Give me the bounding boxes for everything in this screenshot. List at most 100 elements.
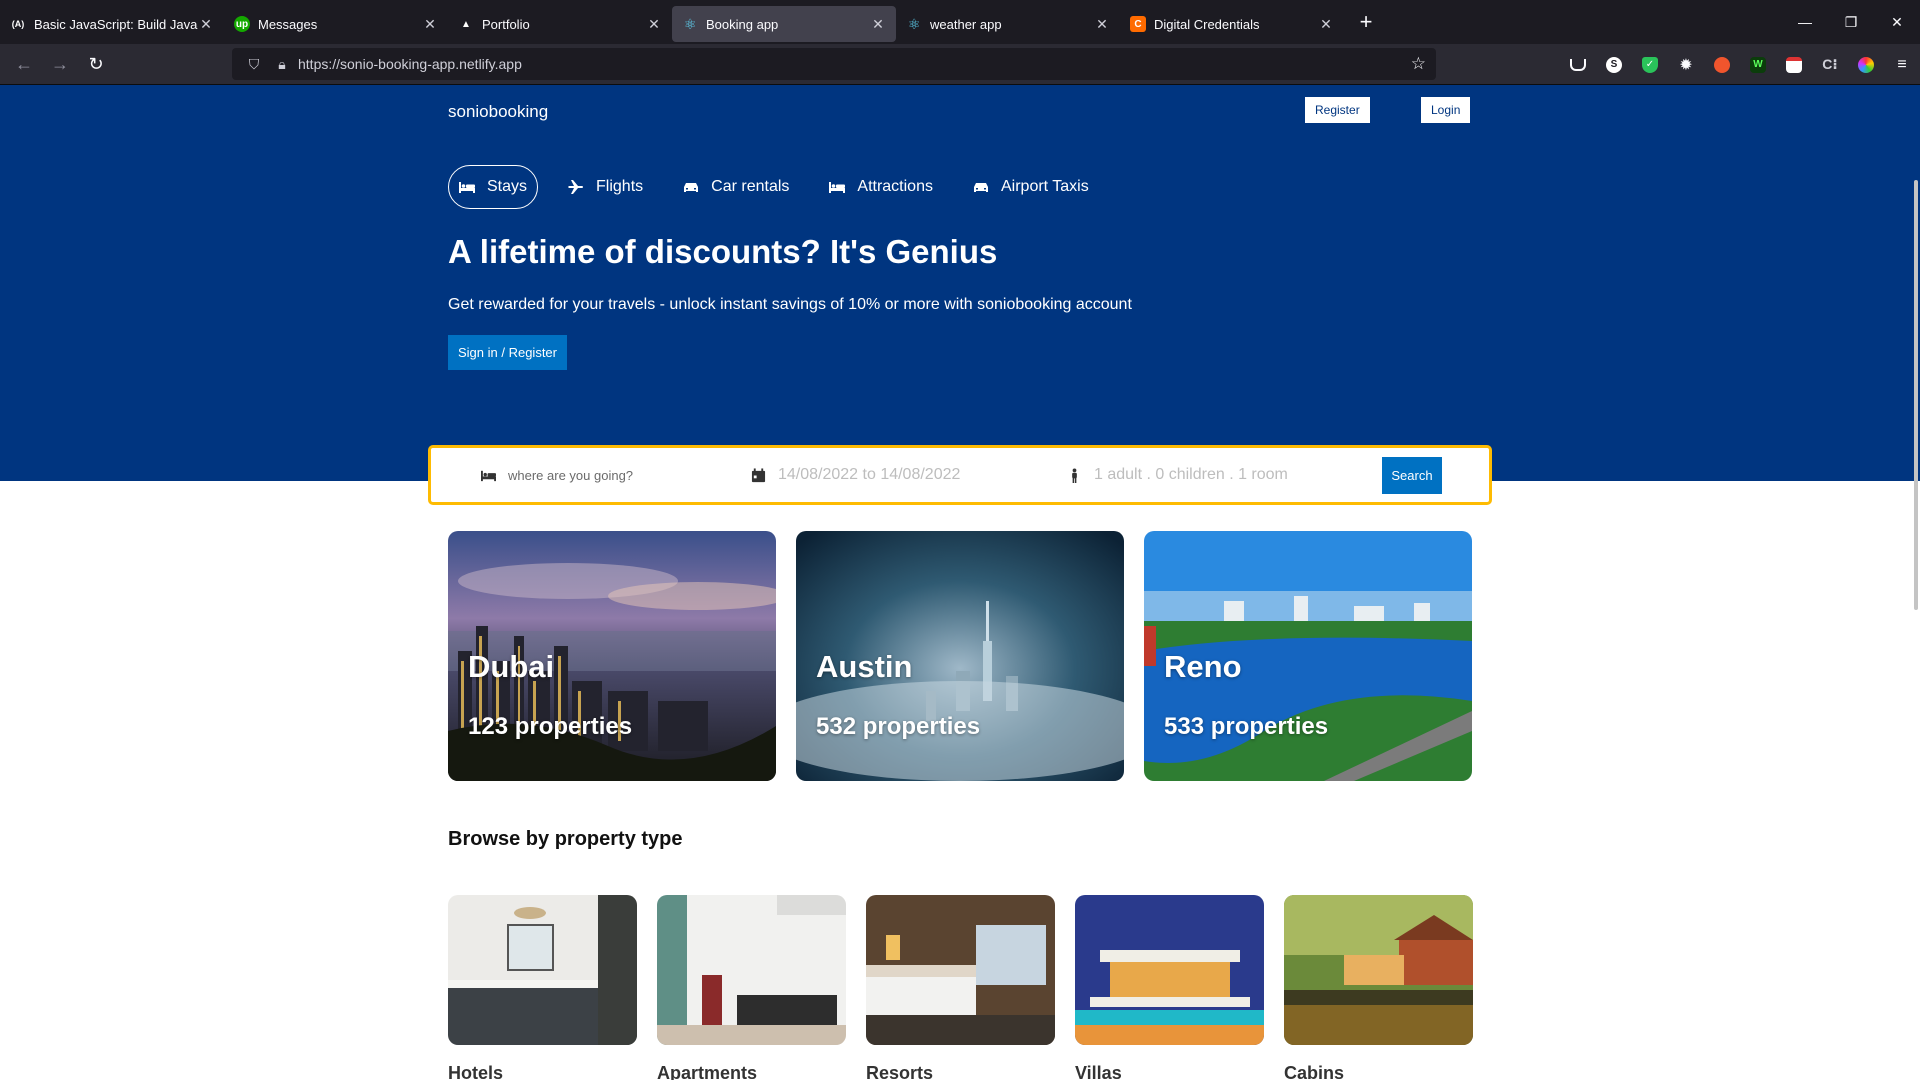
address-bar[interactable]: ⛉ 🔒︎ https://sonio-booking-app.netlify.a…	[232, 48, 1436, 80]
featured-properties: 123 properties	[468, 713, 633, 740]
react-icon: ⚛	[683, 15, 697, 32]
lock-icon[interactable]: 🔒︎	[270, 56, 294, 73]
nav-item-airport-taxis[interactable]: Airport Taxis	[963, 165, 1099, 209]
forward-icon[interactable]: →	[42, 48, 78, 80]
destination-field[interactable]: where are you going?	[481, 448, 633, 502]
nav-item-stays[interactable]: Stays	[448, 165, 539, 209]
featured-properties: 532 properties	[816, 713, 981, 740]
property-type-label: Hotels	[448, 1063, 504, 1080]
browser-tab[interactable]: C Digital Credentials ✕	[1120, 6, 1344, 42]
pocket-icon[interactable]	[1560, 44, 1596, 85]
fox-extension-icon[interactable]	[1704, 44, 1740, 85]
back-icon[interactable]: ←	[6, 48, 42, 80]
browser-tab-bar: (A) Basic JavaScript: Build JavaScrip ✕ …	[0, 0, 1920, 44]
extension-c-icon[interactable]: C⁝	[1812, 44, 1848, 85]
guests-text[interactable]: 1 adult . 0 children . 1 room	[1094, 466, 1288, 484]
tab-title: Digital Credentials	[1154, 16, 1260, 32]
hero-description: Get rewarded for your travels - unlock i…	[448, 296, 1132, 313]
guests-field[interactable]: 1 adult . 0 children . 1 room	[1067, 448, 1288, 502]
nav-label: Attractions	[857, 178, 933, 195]
tab-title: Booking app	[706, 16, 779, 32]
new-tab-icon[interactable]: +	[1348, 4, 1384, 40]
property-type-card[interactable]: Villas	[1075, 895, 1264, 1080]
hero-title: A lifetime of discounts? It's Genius	[448, 233, 998, 270]
nav-label: Car rentals	[711, 178, 790, 195]
restore-icon[interactable]: ❐	[1828, 0, 1874, 44]
register-button[interactable]: Register	[1305, 97, 1370, 123]
close-tab-icon[interactable]: ✕	[1094, 16, 1110, 33]
close-tab-icon[interactable]: ✕	[198, 16, 214, 33]
notes-extension-icon[interactable]	[1776, 44, 1812, 85]
browser-tab-active[interactable]: ⚛ Booking app ✕	[672, 6, 896, 42]
search-bar: where are you going? 14/08/2022 to 14/08…	[428, 445, 1492, 505]
property-type-card[interactable]: Hotels	[448, 895, 637, 1080]
reload-icon[interactable]: ↻	[78, 48, 114, 80]
color-picker-extension-icon[interactable]	[1848, 44, 1884, 85]
featured-city: Reno	[1164, 649, 1242, 684]
freecodecamp-icon: (A)	[11, 19, 25, 29]
cabins-image	[1284, 895, 1473, 1045]
browser-tab[interactable]: ▲ Portfolio ✕	[448, 6, 672, 42]
minimize-icon[interactable]: —	[1782, 0, 1828, 44]
tab-title: Messages	[258, 16, 318, 32]
nav-item-car-rentals[interactable]: Car rentals	[673, 165, 799, 209]
close-tab-icon[interactable]: ✕	[870, 16, 886, 33]
property-type-card[interactable]: Resorts	[866, 895, 1055, 1080]
featured-city: Austin	[816, 649, 913, 684]
featured-card-dubai[interactable]: Dubai 123 properties	[448, 531, 776, 781]
nav-label: Airport Taxis	[1000, 178, 1089, 195]
shield-extension-icon[interactable]: ✓	[1632, 44, 1668, 85]
browser-nav-bar: ← → ↻ ⛉ 🔒︎ https://sonio-booking-app.net…	[0, 44, 1920, 85]
settings-extension-icon[interactable]: ✹	[1668, 44, 1704, 85]
tab-title: weather app	[930, 16, 1002, 32]
car-icon	[684, 183, 699, 192]
date-field[interactable]: 14/08/2022 to 14/08/2022	[751, 448, 960, 502]
property-type-label: Resorts	[866, 1063, 934, 1080]
resorts-image	[866, 895, 1055, 1045]
upwork-icon: up	[234, 16, 250, 32]
sign-in-register-button[interactable]: Sign in / Register	[448, 335, 567, 370]
hotels-image	[448, 895, 637, 1045]
plane-icon	[568, 180, 584, 194]
close-window-icon[interactable]: ✕	[1874, 0, 1920, 44]
browser-tab[interactable]: (A) Basic JavaScript: Build JavaScrip ✕	[0, 6, 224, 42]
bed-icon	[829, 182, 846, 193]
featured-properties: 533 properties	[1164, 713, 1329, 740]
property-type-label: Apartments	[657, 1063, 758, 1080]
date-range-text[interactable]: 14/08/2022 to 14/08/2022	[778, 466, 960, 484]
taxi-icon	[973, 183, 988, 192]
nav-item-attractions[interactable]: Attractions	[819, 165, 943, 209]
property-type-card[interactable]: Apartments	[657, 895, 846, 1080]
nav-label: Flights	[596, 178, 644, 195]
hero-section: soniobooking Register Login Stays Flight…	[0, 85, 1920, 481]
browser-tab[interactable]: ⚛ weather app ✕	[896, 6, 1120, 42]
property-type-label: Cabins	[1284, 1063, 1345, 1080]
nav-item-flights[interactable]: Flights	[558, 165, 653, 209]
villas-image	[1075, 895, 1264, 1045]
featured-card-austin[interactable]: Austin 532 properties	[796, 531, 1124, 781]
person-icon	[1072, 467, 1077, 483]
property-type-card[interactable]: Cabins	[1284, 895, 1473, 1080]
extension-s-icon[interactable]: S	[1596, 44, 1632, 85]
menu-icon[interactable]: ≡	[1884, 44, 1920, 85]
vercel-icon: ▲	[461, 18, 471, 30]
category-nav: Stays Flights Car rentals Attractions Ai…	[448, 165, 1119, 209]
scrollbar[interactable]	[1914, 180, 1918, 610]
login-button[interactable]: Login	[1421, 97, 1471, 123]
url-text[interactable]: https://sonio-booking-app.netlify.app	[298, 56, 522, 72]
shield-icon[interactable]: ⛉	[242, 56, 266, 73]
browser-tab[interactable]: up Messages ✕	[224, 6, 448, 42]
close-tab-icon[interactable]: ✕	[422, 16, 438, 33]
close-tab-icon[interactable]: ✕	[646, 16, 662, 33]
close-tab-icon[interactable]: ✕	[1318, 16, 1334, 33]
apartments-image	[657, 895, 846, 1045]
search-button[interactable]: Search	[1382, 457, 1442, 494]
featured-card-reno[interactable]: Reno 533 properties	[1144, 531, 1472, 781]
extension-w-icon[interactable]: W	[1740, 44, 1776, 85]
bookmark-star-icon[interactable]: ☆	[1411, 54, 1426, 74]
section-title: Browse by property type	[448, 828, 683, 850]
brand-logo[interactable]: soniobooking	[448, 102, 548, 122]
destination-input[interactable]: where are you going?	[508, 468, 633, 483]
react-icon: ⚛	[907, 15, 921, 32]
tab-title: Basic JavaScript: Build JavaScrip	[34, 16, 198, 32]
